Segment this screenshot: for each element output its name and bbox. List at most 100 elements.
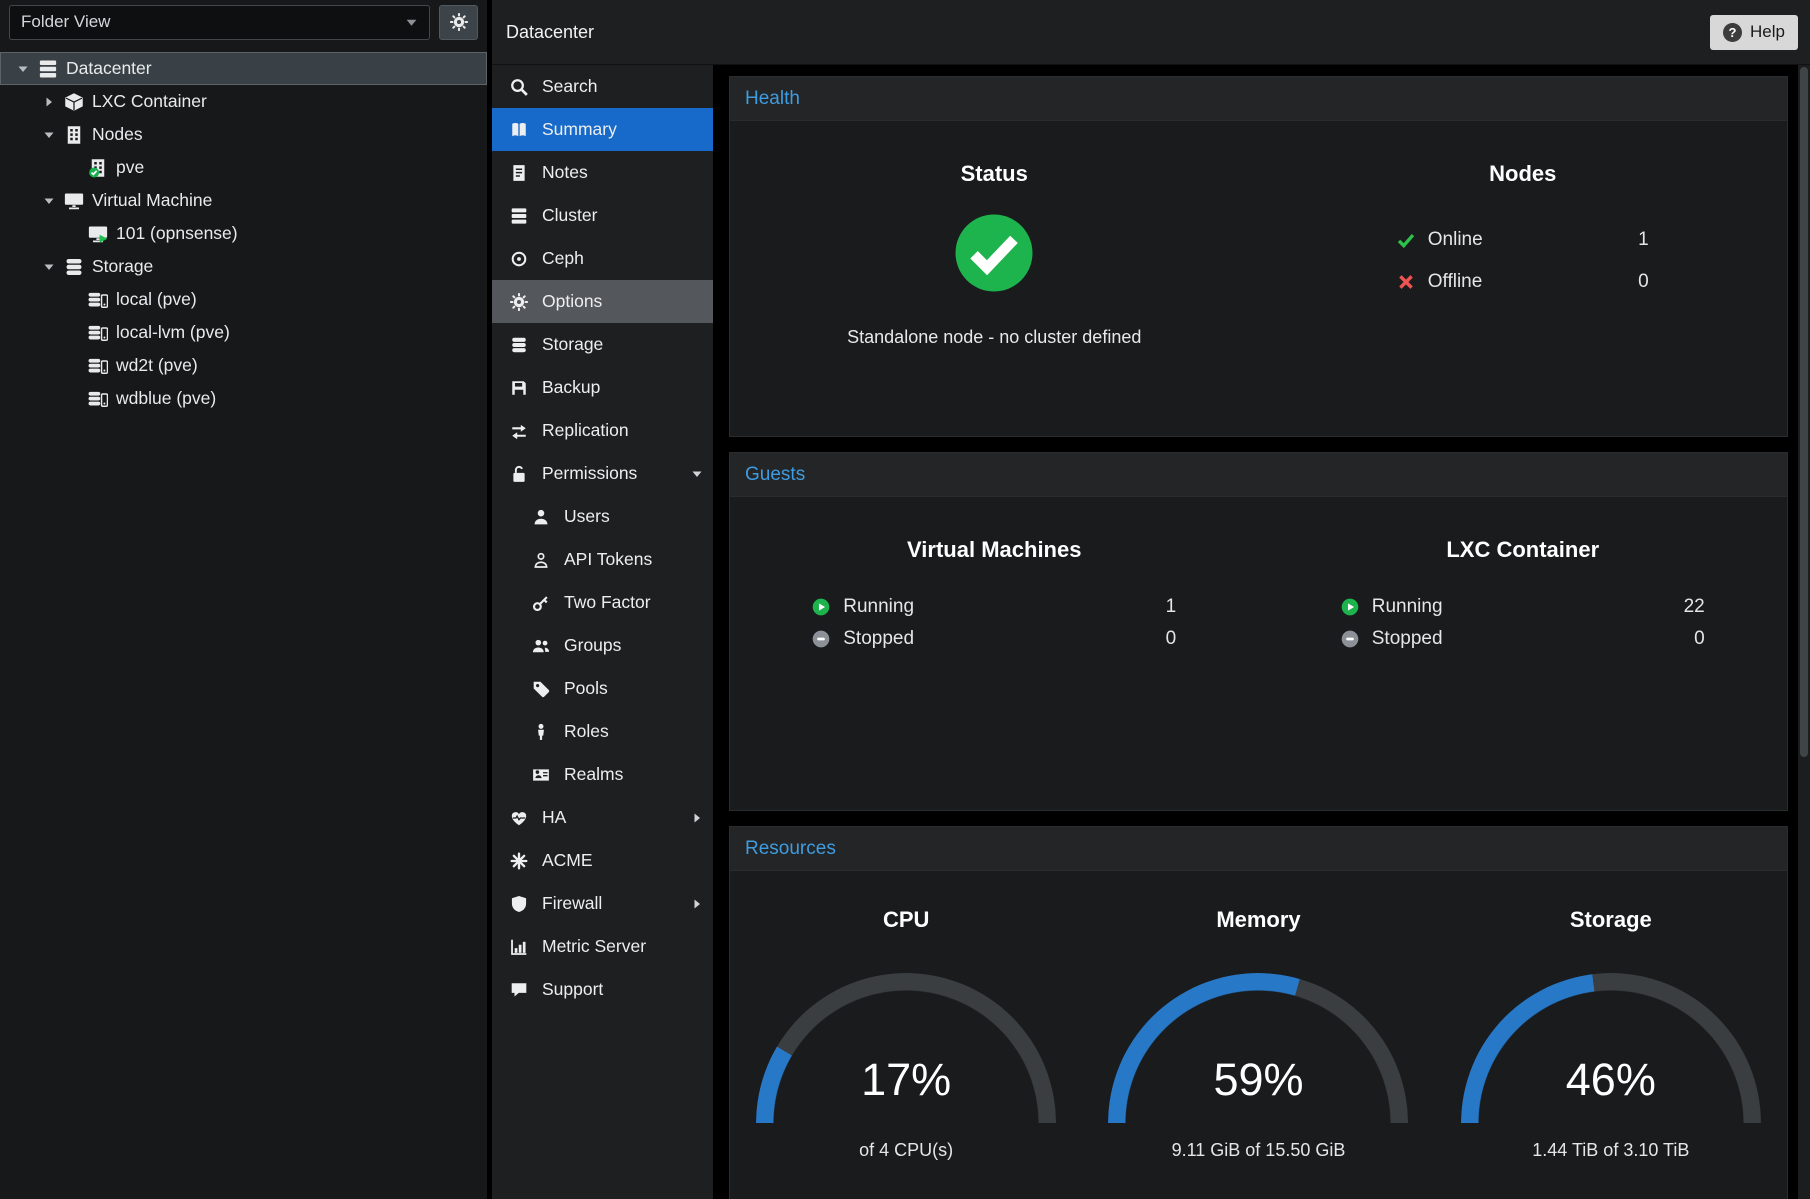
menu-item-label: ACME [542,850,593,871]
menu-item-cluster[interactable]: Cluster [492,194,713,237]
menu-item-search[interactable]: Search [492,65,713,108]
tree-item-nodes[interactable]: Nodes [0,118,487,151]
menu-item-options[interactable]: Options [492,280,713,323]
resource-tree-panel: Folder View Datacenter LXC Container [0,0,492,1199]
resources-panel-header: Resources [730,827,1787,871]
lxc-rows: Running 22 Stopped 0 [1341,591,1705,655]
storage-drive-icon [86,356,110,376]
menu-item-label: Notes [542,162,588,183]
menu-item-label: Storage [542,334,603,355]
menu-item-label: Cluster [542,205,597,226]
menu-item-metric-server[interactable]: Metric Server [492,925,713,968]
menu-item-roles[interactable]: Roles [492,710,713,753]
menu-item-two-factor[interactable]: Two Factor [492,581,713,624]
tree-item-storage[interactable]: Storage [0,250,487,283]
menu-item-acme[interactable]: ACME [492,839,713,882]
summary-content: Health Status Standalone node - no clust… [713,65,1810,1199]
tree-item-vm-101[interactable]: 101 (opnsense) [0,217,487,250]
gauge-title: CPU [730,907,1082,933]
chevron-down-icon[interactable] [38,261,60,273]
chevron-down-icon [691,468,703,480]
tree-item-virtual-machine[interactable]: Virtual Machine [0,184,487,217]
check-icon [1397,231,1419,249]
cross-icon [1397,273,1419,291]
bar-chart-icon [509,938,529,956]
menu-item-notes[interactable]: Notes [492,151,713,194]
id-card-icon [531,766,551,784]
tree-item-label: Datacenter [66,58,152,79]
view-mode-select[interactable]: Folder View [9,5,430,40]
help-button[interactable]: ? Help [1710,15,1798,50]
database-icon [62,257,86,277]
chevron-down-icon[interactable] [12,63,34,75]
menu-item-label: Summary [542,119,617,140]
panel-title: Guests [745,464,805,486]
help-button-label: Help [1750,22,1785,42]
tree-item-lxc-container[interactable]: LXC Container [0,85,487,118]
tag-icon [531,680,551,698]
tree-item-datacenter[interactable]: Datacenter [0,52,487,85]
status-title: Status [730,161,1259,187]
menu-item-api-tokens[interactable]: API Tokens [492,538,713,581]
menu-item-storage[interactable]: Storage [492,323,713,366]
node-online-icon [86,158,110,178]
row-value: 22 [1684,596,1705,618]
vm-rows: Running 1 Stopped 0 [812,591,1176,655]
tree-item-label: local-lvm (pve) [116,322,230,343]
tree-item-label: Virtual Machine [92,190,212,211]
tree-item-pve[interactable]: pve [0,151,487,184]
vertical-scrollbar[interactable] [1798,65,1810,1199]
stop-circle-icon [812,630,834,648]
row-label: Offline [1428,271,1483,293]
vm-running-icon [86,224,110,244]
chevron-right-icon[interactable] [38,96,60,108]
row-label: Stopped [843,628,914,650]
menu-item-ceph[interactable]: Ceph [492,237,713,280]
panel-title: Health [745,88,800,110]
menu-item-backup[interactable]: Backup [492,366,713,409]
chevron-down-icon[interactable] [38,195,60,207]
menu-item-support[interactable]: Support [492,968,713,1011]
tree-item-storage-local[interactable]: local (pve) [0,283,487,316]
shield-icon [509,895,529,913]
play-circle-icon [812,598,834,616]
proxmox-app: Folder View Datacenter LXC Container [0,0,1810,1199]
menu-item-label: Two Factor [564,592,651,613]
menu-item-ha[interactable]: HA [492,796,713,839]
menu-item-label: Ceph [542,248,584,269]
check-circle-icon [952,211,1036,295]
key-icon [531,594,551,612]
menu-item-users[interactable]: Users [492,495,713,538]
menu-item-groups[interactable]: Groups [492,624,713,667]
gear-icon [509,293,529,311]
menu-item-permissions[interactable]: Permissions [492,452,713,495]
gauge-title: Memory [1082,907,1434,933]
search-icon [509,78,529,96]
view-mode-value: Folder View [21,12,110,32]
gauge-percent: 17% [756,1054,1056,1106]
memory-gauge-column: Memory 59% 9.11 GiB of 15.50 GiB [1082,907,1434,1199]
user-icon [531,508,551,526]
menu-item-pools[interactable]: Pools [492,667,713,710]
chevron-down-icon[interactable] [38,129,60,141]
lxc-column-title: LXC Container [1259,537,1788,563]
menu-item-summary[interactable]: Summary [492,108,713,151]
menu-item-firewall[interactable]: Firewall [492,882,713,925]
tree-item-storage-wd2t[interactable]: wd2t (pve) [0,349,487,382]
lxc-stopped-row: Stopped 0 [1341,623,1705,655]
tree-settings-button[interactable] [439,5,478,40]
tree-item-label: Nodes [92,124,143,145]
menu-item-realms[interactable]: Realms [492,753,713,796]
guests-lxc-column: LXC Container Running 22 Stopped [1259,497,1788,810]
menu-item-replication[interactable]: Replication [492,409,713,452]
nodes-offline-row: Offline 0 [1397,261,1649,303]
storage-drive-icon [86,290,110,310]
tree-item-storage-wdblue[interactable]: wdblue (pve) [0,382,487,415]
tree-item-storage-local-lvm[interactable]: local-lvm (pve) [0,316,487,349]
menu-item-label: Options [542,291,602,312]
gauge-caption: of 4 CPU(s) [730,1140,1082,1161]
chevron-right-icon [691,898,703,910]
scrollbar-thumb[interactable] [1800,67,1808,757]
lxc-running-row: Running 22 [1341,591,1705,623]
building-icon [62,125,86,145]
